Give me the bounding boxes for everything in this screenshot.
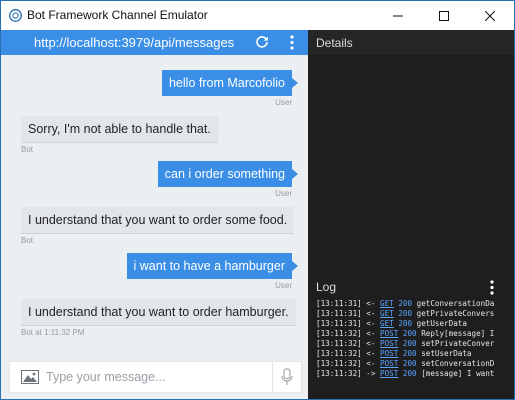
log-text: getPrivateConvers xyxy=(416,309,495,318)
microphone-icon[interactable] xyxy=(281,368,293,386)
chat-pane: http://localhost:3979/api/messages hello… xyxy=(1,30,308,399)
message-input[interactable] xyxy=(46,367,266,387)
log-direction: <- xyxy=(366,359,376,368)
log-text: getConversationDa xyxy=(416,299,495,308)
log-method-link[interactable]: POST xyxy=(380,369,398,378)
user-bubble-tail xyxy=(292,78,298,88)
log-method-link[interactable]: POST xyxy=(380,359,398,368)
bot-message: I understand that you want to order hamb… xyxy=(21,299,296,325)
log-method-link[interactable]: GET xyxy=(380,309,394,318)
message-list: hello from Marcofolio User Sorry, I'm no… xyxy=(1,55,308,360)
log-direction: <- xyxy=(366,349,376,358)
log-time: [13:11:32] xyxy=(316,339,362,348)
log-entry: [13:11:31] <- GET 200 getConversationDa xyxy=(316,299,512,309)
user-message: can i order something xyxy=(157,161,292,187)
log-direction: <- xyxy=(366,329,376,338)
maximize-button[interactable] xyxy=(421,1,467,30)
maximize-icon xyxy=(439,10,449,21)
log-entry: [13:11:32] <- POST 200 Reply[message] I xyxy=(316,329,512,339)
log-entry: [13:11:31] <- GET 200 getPrivateConvers xyxy=(316,309,512,319)
log-method-link[interactable]: POST xyxy=(380,349,398,358)
log-method-link[interactable]: POST xyxy=(380,339,398,348)
message-sender: Bot xyxy=(21,145,34,154)
log-status: 200 xyxy=(402,359,417,368)
chat-header: http://localhost:3979/api/messages xyxy=(1,30,308,55)
log-direction: <- xyxy=(366,319,376,328)
log-text: Reply[message] I xyxy=(421,329,495,338)
app-icon xyxy=(9,9,22,22)
more-vertical-icon[interactable] xyxy=(489,279,495,296)
log-status: 200 xyxy=(398,309,413,318)
user-message: hello from Marcofolio xyxy=(161,70,292,96)
log-status: 200 xyxy=(402,369,417,378)
log-status: 200 xyxy=(402,329,417,338)
log-entry: [13:11:32] <- POST 200 setUserData xyxy=(316,349,512,359)
more-vertical-icon[interactable] xyxy=(289,34,295,51)
log-time: [13:11:32] xyxy=(316,369,362,378)
log-entry: [13:11:32] <- POST 200 setPrivateConver xyxy=(316,339,512,349)
log-panel: Log [13:11:31] <- GET 200 getConversatio… xyxy=(308,270,514,399)
log-text: getUserData xyxy=(416,319,467,328)
refresh-icon[interactable] xyxy=(255,35,269,49)
endpoint-url[interactable]: http://localhost:3979/api/messages xyxy=(34,35,234,50)
log-direction: -> xyxy=(366,369,376,378)
log-text: setConversationD xyxy=(421,359,495,368)
log-status: 200 xyxy=(398,319,413,328)
close-button[interactable] xyxy=(467,1,513,30)
log-direction: <- xyxy=(366,339,376,348)
log-text: [message] I want xyxy=(421,369,495,378)
log-method-link[interactable]: GET xyxy=(380,319,394,328)
log-entry: [13:11:32] <- POST 200 setConversationD xyxy=(316,359,512,369)
image-icon[interactable] xyxy=(21,370,39,384)
title-bar: Bot Framework Channel Emulator xyxy=(1,1,514,30)
log-direction: <- xyxy=(366,299,376,308)
log-entry: [13:11:32] -> POST 200 [message] I want xyxy=(316,369,512,379)
user-bubble-tail xyxy=(292,261,298,271)
window-title: Bot Framework Channel Emulator xyxy=(27,8,208,22)
message-sender: User xyxy=(275,189,292,198)
details-title: Details xyxy=(316,36,353,50)
user-bubble-tail xyxy=(292,169,298,179)
log-title: Log xyxy=(316,280,337,294)
log-time: [13:11:31] xyxy=(316,299,362,308)
bot-message: I understand that you want to order some… xyxy=(21,207,295,233)
details-header: Details xyxy=(308,30,514,55)
message-sender: User xyxy=(275,281,292,290)
message-sender: User xyxy=(275,98,292,107)
log-direction: <- xyxy=(366,309,376,318)
details-panel: Details xyxy=(308,30,514,270)
log-time: [13:11:31] xyxy=(316,309,362,318)
log-method-link[interactable]: POST xyxy=(380,329,398,338)
log-text: setPrivateConver xyxy=(421,339,495,348)
emulator-window: Bot Framework Channel Emulator http://lo… xyxy=(0,0,515,400)
log-status: 200 xyxy=(398,299,413,308)
message-sender: Bot xyxy=(21,236,34,245)
log-time: [13:11:32] xyxy=(316,359,362,368)
minimize-icon xyxy=(393,15,403,16)
log-time: [13:11:32] xyxy=(316,329,362,338)
log-time: [13:11:31] xyxy=(316,319,362,328)
bot-message: Sorry, I'm not able to handle that. xyxy=(21,116,218,142)
log-time: [13:11:32] xyxy=(316,349,362,358)
message-sender: Bot at 1:11:32 PM xyxy=(21,328,85,337)
log-text: setUserData xyxy=(421,349,472,358)
log-status: 200 xyxy=(402,339,417,348)
minimize-button[interactable] xyxy=(375,1,421,30)
log-entry: [13:11:31] <- GET 200 getUserData xyxy=(316,319,512,329)
close-icon xyxy=(485,10,495,21)
message-composer xyxy=(9,361,302,393)
user-message: i want to have a hamburger xyxy=(126,253,292,279)
log-header: Log xyxy=(308,270,514,298)
log-status: 200 xyxy=(402,349,417,358)
composer-divider xyxy=(272,362,273,392)
log-method-link[interactable]: GET xyxy=(380,299,394,308)
log-lines: [13:11:31] <- GET 200 getConversationDa … xyxy=(316,299,512,399)
